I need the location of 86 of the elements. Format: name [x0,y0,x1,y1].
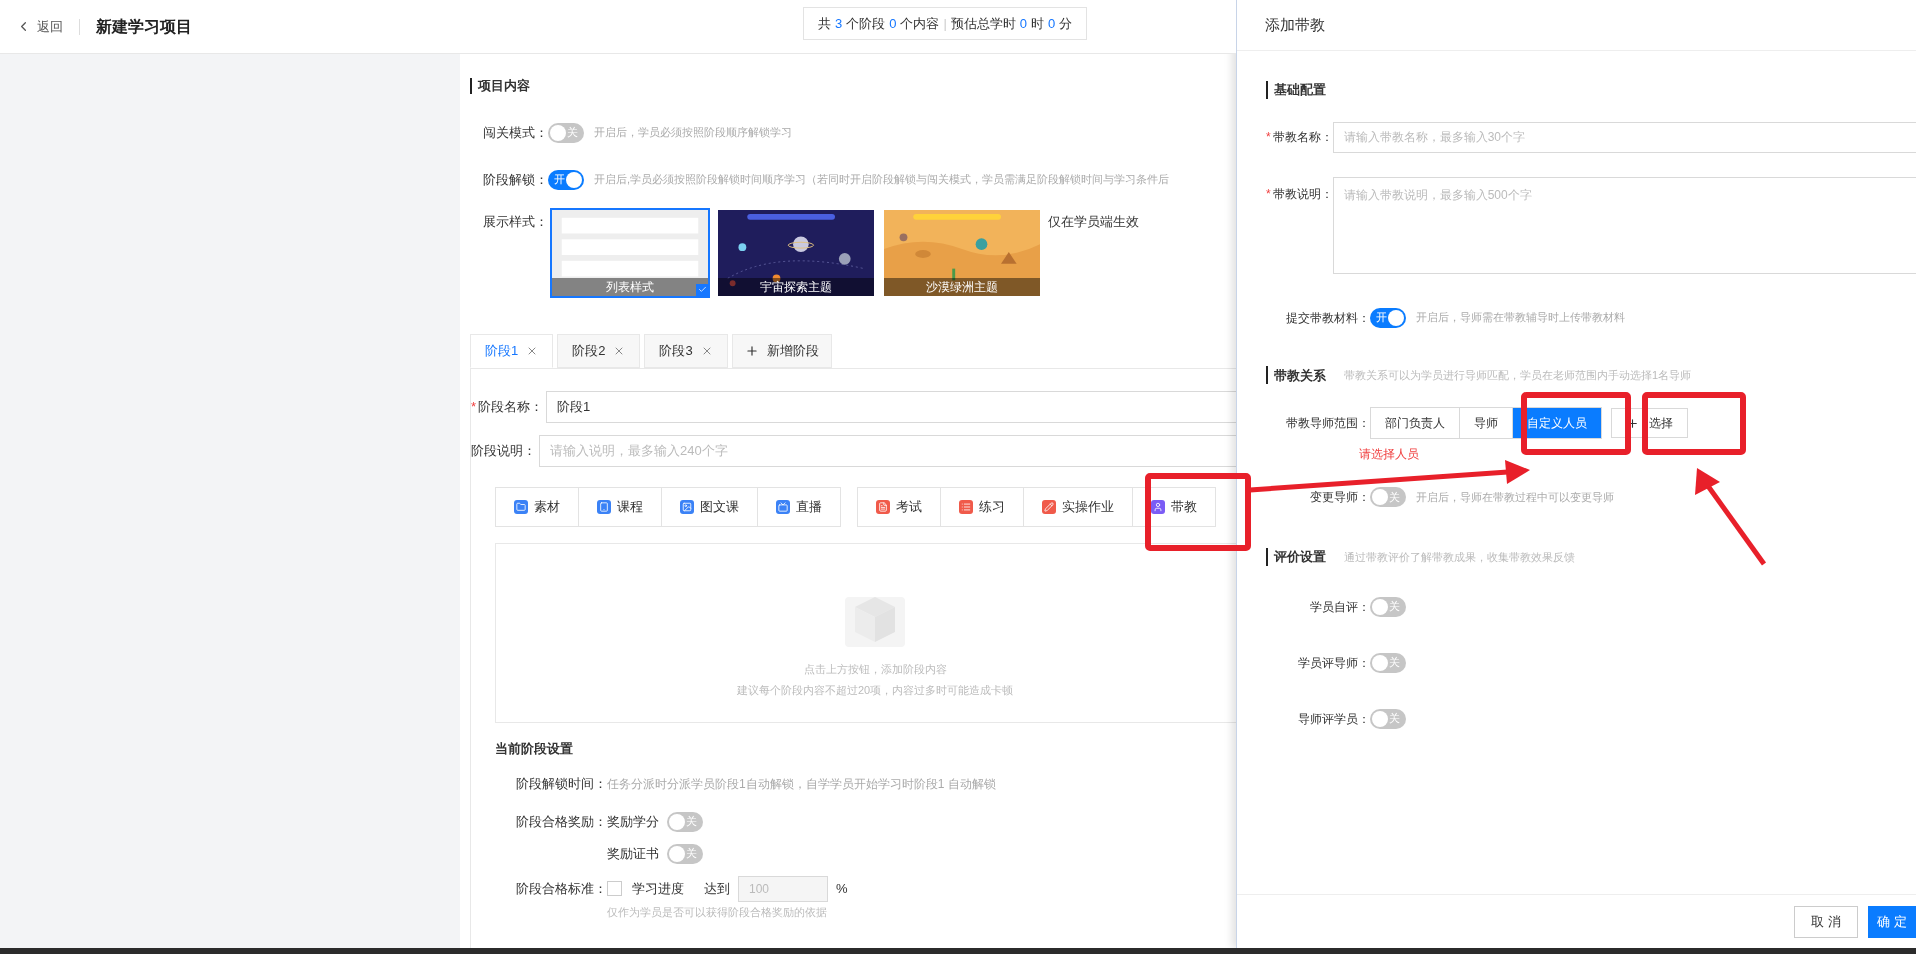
setting-label: 阶段解锁： [482,170,548,189]
stage-tab[interactable]: 阶段3 [644,333,728,368]
reward-label: 奖励证书 [607,844,659,863]
setting-label: 导师评学员： [1297,710,1370,728]
section-heading: 项目内容 [478,77,530,95]
list-icon [959,499,973,514]
style-label: 宇宙探索主题 [718,277,874,296]
image-icon [680,499,694,514]
setting-label: 带教导师范围： [1285,415,1370,432]
content-type-button[interactable]: 实操作业 [1024,487,1133,526]
content-type-button[interactable]: 图文课 [662,487,758,526]
content-type-button[interactable]: 考试 [858,487,941,526]
folder-icon [514,499,528,514]
page-title: 新建学习项目 [96,16,192,37]
mentor-description-field[interactable]: 请输入带教说明，最多输入500个字 [1332,176,1916,274]
section-hint: 通过带教评价了解带教成果，收集带教效果反馈 [1344,549,1575,565]
stage-name-field[interactable]: 阶段1 [546,390,1236,423]
toggle-switch[interactable]: 开 [1370,307,1406,328]
field-label: * 带教说明： [1266,185,1333,203]
setting-hint: 开启后，导师需在带教辅导时上传带教材料 [1416,310,1625,326]
setting-hint: 开启后，学员必须按照阶段顺序解锁学习 [594,125,792,141]
style-option[interactable]: 列表样式 [550,207,710,298]
unlock-time-text: 任务分派时分派学员阶段1自动解锁，自学学员开始学习时阶段1 自动解锁 [607,775,996,793]
empty-hint: 点击上方按钮，添加阶段内容 [803,662,947,677]
setting-label: 学员自评： [1309,598,1370,616]
section-heading: 当前阶段设置 [495,739,574,758]
toggle-switch[interactable]: 开 [548,169,584,190]
setting-label: 变更导师： [1309,489,1370,506]
setting-label: 学员评导师： [1297,654,1370,672]
summary-count: 0 [1019,14,1028,33]
setting-label: 提交带教材料： [1285,309,1370,327]
confirm-button[interactable]: 确 定 [1868,905,1916,938]
stage-description-field[interactable]: 请输入说明，最多输入240个字 [539,434,1236,467]
tablet-icon [597,499,611,514]
error-message: 请选择人员 [1359,446,1420,463]
content-type-button[interactable]: 素材 [496,487,579,526]
stage-tab[interactable]: 阶段1 [470,333,554,368]
content-type-button[interactable]: 练习 [941,487,1024,526]
setting-label: 阶段合格标准： [515,879,607,898]
display-note: 仅在学员端生效 [1048,212,1139,231]
setting-label: 阶段解锁时间： [515,775,607,793]
summary-count: 3 [835,14,843,33]
plus-icon [744,343,759,358]
field-label: * 带教名称： [1266,129,1333,146]
style-option[interactable]: 沙漠绿洲主题 [882,207,1042,298]
summary-text: 个内容 [900,14,940,33]
style-label: 沙漠绿洲主题 [884,277,1040,296]
drawer-title: 添加带教 [1265,14,1325,35]
pencil-icon [1042,499,1056,514]
stage-tab[interactable]: 阶段2 [557,333,641,368]
summary-count: 0 [889,14,897,33]
content-type-button[interactable]: 课程 [579,487,662,526]
setting-hint: 开启后,学员必须按照阶段解锁时间顺序学习（若同时开启阶段解锁与闯关模式，学员需满足阶段解锁时间与学习条件后 [594,172,1170,188]
summary-text: 个阶段 [846,14,886,33]
summary-text: 时 [1031,14,1045,33]
person-icon [1151,499,1165,514]
summary-text: 共 [818,14,831,33]
field-label: *阶段名称： [471,397,544,416]
cancel-button[interactable]: 取 消 [1794,905,1858,938]
summary-divider: | [943,14,947,33]
back-button[interactable]: 返回 [16,16,63,37]
setting-label: 阶段合格奖励： [515,812,607,831]
tv-icon [776,499,790,514]
section-heading: 评价设置 [1274,548,1326,566]
select-button[interactable]: 选择 [1611,408,1688,438]
reward-label: 奖励学分 [607,812,659,831]
reach-label: 达到 [704,879,730,898]
summary-text: 分 [1059,14,1073,33]
setting-label: 闯关模式： [482,123,548,142]
content-type-button[interactable]: 直播 [758,487,840,526]
mentor-name-field[interactable]: 请输入带教名称，最多输入30个字 [1332,121,1916,153]
scope-option[interactable]: 自定义人员 [1513,408,1601,438]
checkbox-label: 学习进度 [632,879,684,898]
section-heading: 基础配置 [1274,81,1326,99]
summary-text: 预估总学时 [950,14,1016,33]
style-option[interactable]: 宇宙探索主题 [716,207,876,298]
add-stage-tab[interactable]: 新增阶段 [731,333,832,368]
percent-unit: % [836,879,848,898]
content-type-button[interactable]: 带教 [1133,487,1215,526]
document-icon [876,499,890,514]
setting-label: 展示样式： [482,212,548,231]
style-label: 列表样式 [552,277,708,296]
section-heading: 带教关系 [1274,366,1326,385]
field-label: 阶段说明： [471,441,536,460]
summary-count: 0 [1048,14,1056,33]
setting-hint: 开启后，导师在带教过程中可以变更导师 [1416,489,1614,505]
